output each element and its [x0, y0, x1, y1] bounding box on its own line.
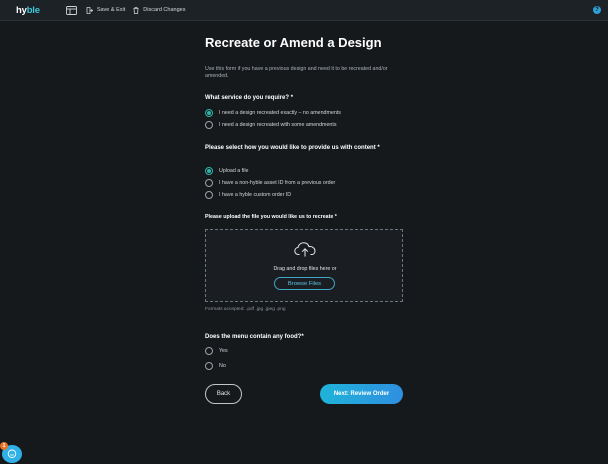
top-bar: hyble Save & Exit Discard Changes ? — [0, 0, 608, 21]
content-option-label: Upload a file — [219, 168, 249, 174]
food-option-label: Yes — [219, 348, 228, 354]
discard-changes-label: Discard Changes — [143, 7, 186, 13]
content-option-label: I have a hyble custom order ID — [219, 192, 292, 198]
discard-changes-button[interactable]: Discard Changes — [133, 6, 186, 14]
radio-unselected[interactable] — [205, 347, 213, 355]
radio-selected[interactable] — [205, 109, 213, 117]
page-title: Recreate or Amend a Design — [205, 35, 382, 50]
service-option-label: I need a design recreated exactly – no a… — [219, 110, 341, 116]
form-description: Use this form if you have a previous des… — [205, 66, 388, 79]
logo-text: hy — [16, 4, 27, 16]
upload-label: Please upload the file you would like us… — [205, 214, 337, 220]
save-exit-button[interactable]: Save & Exit — [86, 6, 126, 14]
radio-selected[interactable] — [205, 167, 213, 175]
help-icon[interactable]: ? — [593, 6, 601, 14]
trash-icon — [133, 6, 139, 14]
drop-text: Drag and drop files here or — [273, 266, 337, 272]
cloud-upload-icon — [294, 242, 316, 262]
service-option-amend[interactable]: I need a design recreated with some amen… — [205, 121, 336, 129]
radio-unselected[interactable] — [205, 121, 213, 129]
browse-files-button[interactable]: Browse Files — [274, 277, 335, 290]
logo-text-accent: ble — [26, 4, 40, 16]
formats-accepted: Formats accepted: .pdf .jpg .jpeg .png — [205, 307, 286, 312]
service-question: What service do you require? * — [205, 95, 294, 101]
chat-badge: 1 — [0, 442, 8, 450]
layout-icon[interactable] — [66, 5, 78, 15]
content-option-custom-order[interactable]: I have a hyble custom order ID — [205, 191, 291, 199]
exit-icon — [86, 6, 93, 14]
content-option-upload[interactable]: Upload a file — [205, 167, 248, 175]
radio-unselected[interactable] — [205, 179, 213, 187]
content-option-asset-id[interactable]: I have a non-hyble asset ID from a previ… — [205, 179, 335, 187]
food-question: Does the menu contain any food?* — [205, 334, 304, 340]
content-question: Please select how you would like to prov… — [205, 145, 380, 151]
next-review-order-button[interactable]: Next: Review Order — [320, 384, 403, 404]
chat-icon — [7, 449, 17, 459]
hyble-logo[interactable]: hyble — [16, 5, 40, 16]
food-option-yes[interactable]: Yes — [205, 347, 228, 355]
content-option-label: I have a non-hyble asset ID from a previ… — [219, 180, 336, 186]
save-exit-label: Save & Exit — [96, 7, 126, 13]
back-button[interactable]: Back — [205, 384, 242, 404]
file-dropzone[interactable]: Drag and drop files here or Browse Files — [205, 229, 403, 302]
service-option-exact[interactable]: I need a design recreated exactly – no a… — [205, 109, 341, 117]
service-option-label: I need a design recreated with some amen… — [219, 122, 337, 128]
food-option-no[interactable]: No — [205, 362, 226, 370]
radio-unselected[interactable] — [205, 191, 213, 199]
help-label: ? — [595, 7, 599, 13]
radio-unselected[interactable] — [205, 362, 213, 370]
food-option-label: No — [219, 363, 226, 369]
